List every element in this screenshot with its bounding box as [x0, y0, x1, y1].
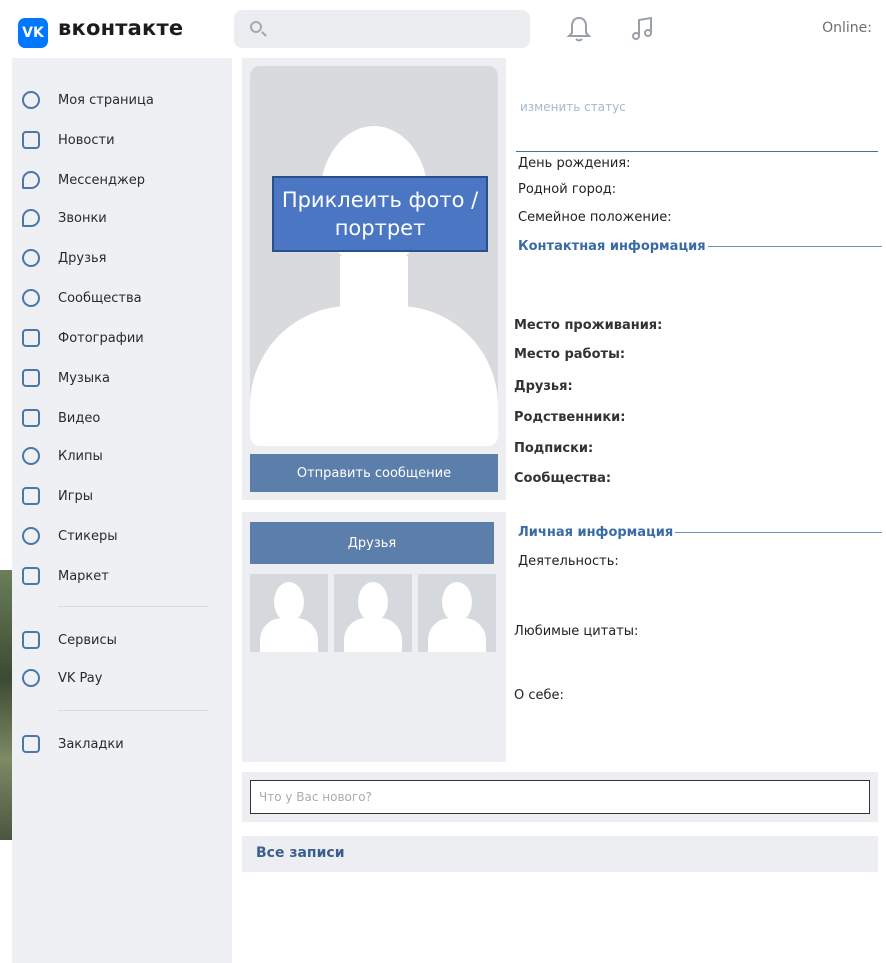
personal-info-heading[interactable]: Личная информация — [518, 525, 882, 540]
shopping-bag-icon — [22, 567, 40, 585]
friends-icon — [22, 249, 40, 267]
sidebar-item-label: Фотографии — [58, 330, 144, 346]
sidebar-item-friends[interactable]: Друзья — [22, 246, 107, 270]
sidebar-item-label: VK Pay — [58, 670, 103, 686]
vk-logo-icon[interactable]: VK — [18, 18, 48, 48]
birthday-field: День рождения: — [518, 156, 631, 171]
activity-field: Деятельность: — [518, 554, 619, 569]
avatar-silhouette-body — [250, 306, 498, 446]
contact-info-title: Контактная информация — [518, 239, 706, 254]
notifications-bell-icon[interactable] — [566, 14, 592, 44]
profile-info: изменить статус День рождения: Родной го… — [512, 58, 882, 758]
sidebar-item-clips[interactable]: Клипы — [22, 444, 103, 468]
logo-text[interactable]: вконтакте — [58, 16, 183, 40]
user-icon — [22, 91, 40, 109]
online-status: Online: — [822, 20, 872, 36]
sidebar-item-label: Сообщества — [58, 290, 142, 306]
new-post-box: Что у Вас нового? — [242, 772, 878, 822]
family-status-field: Семейное положение: — [518, 210, 672, 225]
sidebar-item-label: Сервисы — [58, 632, 117, 648]
friends-button[interactable]: Друзья — [250, 522, 494, 564]
sidebar-item-label: Друзья — [58, 250, 107, 266]
vk-pay-icon — [22, 669, 40, 687]
photo-icon — [22, 329, 40, 347]
top-bar: VK вконтакте Online: — [0, 0, 886, 56]
music-icon — [22, 369, 40, 387]
search-icon — [250, 21, 262, 33]
sidebar-item-communities[interactable]: Сообщества — [22, 286, 142, 310]
friends-card: Друзья — [242, 512, 506, 762]
photo-placeholder-label: Приклеить фото / портрет — [272, 176, 488, 252]
subscriptions-field: Подписки: — [514, 441, 594, 456]
status-divider — [516, 151, 878, 152]
contact-info-heading[interactable]: Контактная информация — [518, 239, 882, 254]
sidebar-item-market[interactable]: Маркет — [22, 564, 109, 588]
sidebar-item-calls[interactable]: Звонки — [22, 206, 107, 230]
sidebar-item-bookmarks[interactable]: Закладки — [22, 732, 124, 756]
hometown-field: Родной город: — [518, 182, 617, 197]
sidebar-item-messenger[interactable]: Мессенджер — [22, 168, 145, 192]
news-icon — [22, 131, 40, 149]
residence-field: Место проживания: — [514, 318, 663, 333]
smile-icon — [22, 527, 40, 545]
all-posts-tab[interactable]: Все записи — [242, 836, 878, 872]
sidebar-item-services[interactable]: Сервисы — [22, 628, 117, 652]
sidebar-divider — [58, 710, 208, 711]
sidebar-item-news[interactable]: Новости — [22, 128, 115, 152]
sidebar-item-label: Видео — [58, 410, 101, 426]
send-message-button[interactable]: Отправить сообщение — [250, 454, 498, 492]
video-icon — [22, 409, 40, 427]
sidebar-item-label: Звонки — [58, 210, 107, 226]
sidebar-item-games[interactable]: Игры — [22, 484, 93, 508]
sidebar-item-video[interactable]: Видео — [22, 406, 100, 430]
change-status-link[interactable]: изменить статус — [520, 100, 626, 114]
bookmark-icon — [22, 735, 40, 753]
sidebar-item-label: Моя страница — [58, 92, 154, 108]
sidebar-item-label: Мессенджер — [58, 172, 145, 188]
sidebar-item-label: Клипы — [58, 448, 103, 464]
friend-avatar[interactable] — [418, 574, 496, 652]
sidebar-item-music[interactable]: Музыка — [22, 366, 110, 390]
music-note-icon[interactable] — [630, 14, 656, 44]
friend-avatar[interactable] — [334, 574, 412, 652]
relatives-field: Родственники: — [514, 410, 626, 425]
friends-field: Друзья: — [514, 379, 573, 394]
profile-photo[interactable]: Приклеить фото / портрет — [250, 66, 498, 446]
friend-avatar[interactable] — [250, 574, 328, 652]
sidebar-divider — [58, 606, 208, 607]
about-field: О себе: — [514, 688, 564, 703]
personal-info-title: Личная информация — [518, 525, 674, 540]
sidebar-item-vk-pay[interactable]: VK Pay — [22, 666, 102, 690]
sidebar-item-label: Закладки — [58, 736, 124, 752]
phone-icon — [22, 209, 40, 227]
sidebar-item-label: Стикеры — [58, 528, 118, 544]
sidebar-item-label: Новости — [58, 132, 115, 148]
work-field: Место работы: — [514, 347, 626, 362]
sidebar-item-label: Маркет — [58, 568, 109, 584]
search-input[interactable] — [234, 10, 530, 48]
gamepad-icon — [22, 487, 40, 505]
sidebar-item-stickers[interactable]: Стикеры — [22, 524, 117, 548]
sidebar-item-label: Музыка — [58, 370, 110, 386]
profile-photo-card: Приклеить фото / портрет Отправить сообщ… — [242, 58, 506, 500]
sidebar-item-my-page[interactable]: Моя страница — [22, 88, 154, 112]
new-post-input[interactable]: Что у Вас нового? — [250, 780, 870, 814]
communities-icon — [22, 289, 40, 307]
chat-bubble-icon — [22, 171, 40, 189]
quotes-field: Любимые цитаты: — [514, 624, 639, 639]
sidebar-item-label: Игры — [58, 488, 94, 504]
clips-icon — [22, 447, 40, 465]
services-grid-icon — [22, 631, 40, 649]
communities-field: Сообщества: — [514, 471, 612, 486]
sidebar-item-photos[interactable]: Фотографии — [22, 326, 144, 350]
sidebar: Моя страница Новости Мессенджер Звонки Д… — [12, 58, 232, 963]
